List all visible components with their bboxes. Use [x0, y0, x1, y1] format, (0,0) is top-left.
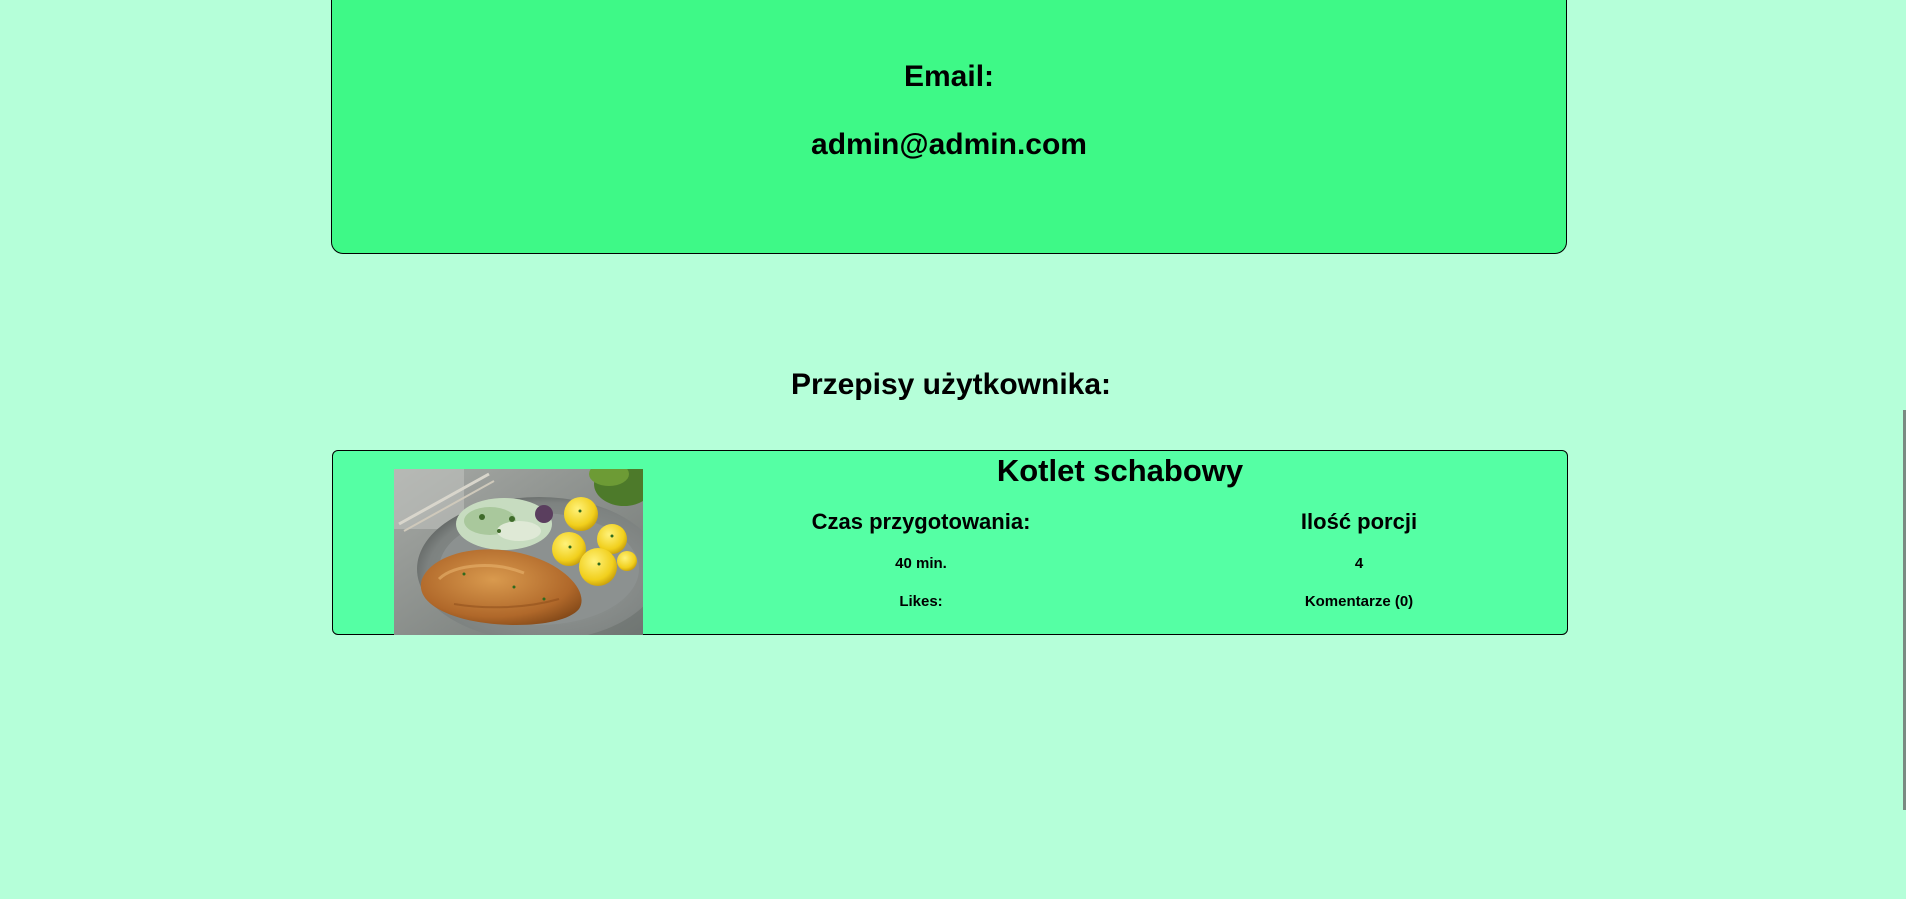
likes-label: Likes: [899, 593, 943, 610]
recipe-title[interactable]: Kotlet schabowy [888, 453, 1352, 489]
servings-column: Ilość porcji 4 Komentarze (0) [1149, 509, 1569, 610]
servings-value: 4 [1354, 555, 1364, 572]
email-label: Email: [903, 60, 995, 93]
comments-link[interactable]: Komentarze (0) [1149, 593, 1569, 610]
prep-time-value: 40 min. [895, 555, 947, 572]
prep-time-column: Czas przygotowania: 40 min. Likes: [711, 509, 1131, 610]
servings-label: Ilość porcji [1300, 509, 1418, 534]
profile-card: Email: admin@admin.com [331, 0, 1567, 254]
user-recipes-heading: Przepisy użytkownika: [790, 368, 1112, 401]
email-value: admin@admin.com [811, 128, 1087, 161]
recipe-card[interactable]: Kotlet schabowy Czas przygotowania: 40 m… [332, 450, 1568, 635]
prep-time-label: Czas przygotowania: [811, 509, 1031, 534]
pork-cutlet-photo [394, 469, 643, 635]
recipe-photo[interactable] [394, 469, 643, 635]
